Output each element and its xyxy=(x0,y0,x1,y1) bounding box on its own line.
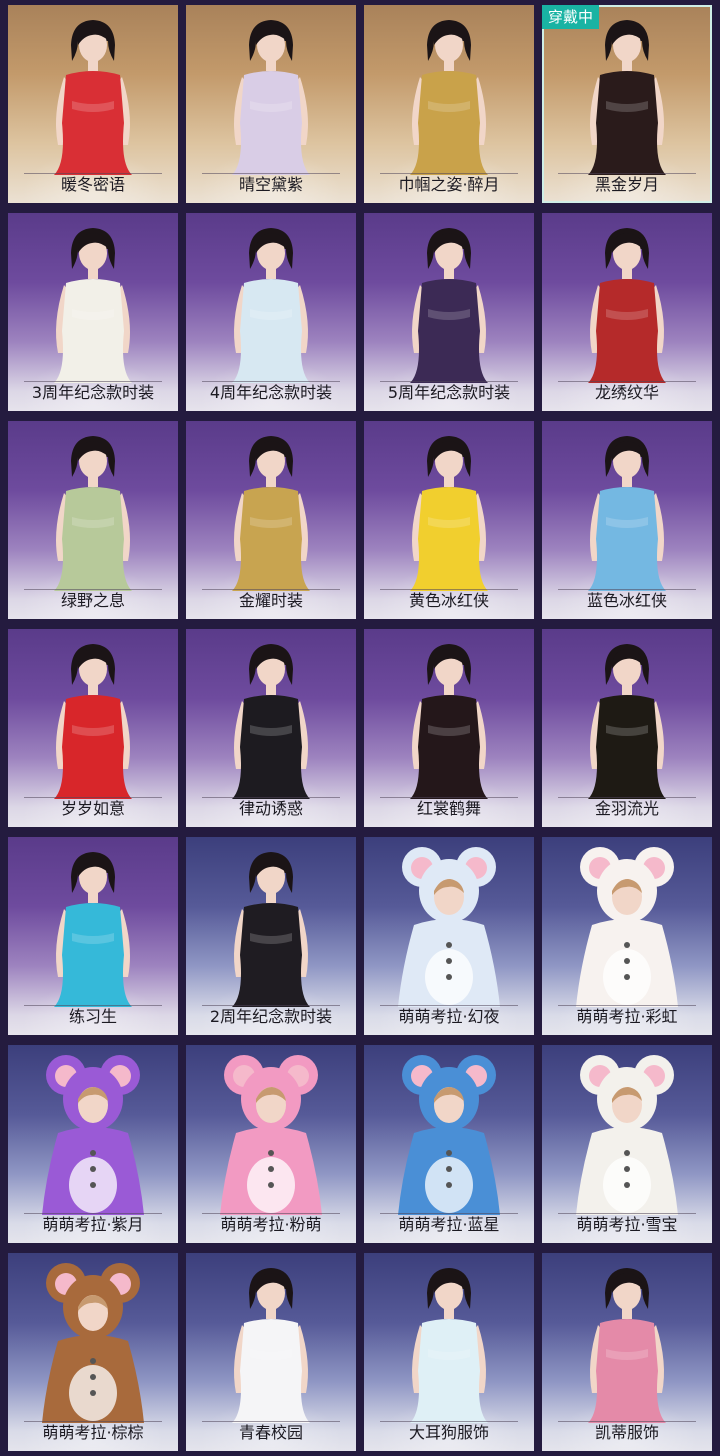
outfit-card[interactable]: 3周年纪念款时装 xyxy=(8,213,178,411)
outfit-card[interactable]: 萌萌考拉·紫月 xyxy=(8,1045,178,1243)
outfit-card[interactable]: 萌萌考拉·雪宝 xyxy=(542,1045,712,1243)
outfit-shape xyxy=(410,71,488,175)
outfit-shape xyxy=(410,1319,488,1423)
outfit-grid: 暖冬密语 晴空黛紫 巾帼之姿·醉月 黑金岁月 穿戴中 3周年纪念款时装 4周年纪念款时装 5周… xyxy=(0,0,720,1456)
outfit-card[interactable]: 5周年纪念款时装 xyxy=(364,213,534,411)
outfit-name: 练习生 xyxy=(68,1007,117,1026)
outfit-card[interactable]: 红裳鹤舞 xyxy=(364,629,534,827)
outfit-card[interactable]: 岁岁如意 xyxy=(8,629,178,827)
outfit-name: 萌萌考拉·棕棕 xyxy=(42,1423,144,1442)
outfit-shape xyxy=(232,695,310,799)
outfit-shape xyxy=(232,1319,310,1423)
outfit-shape xyxy=(410,487,488,591)
outfit-name: 龙绣纹华 xyxy=(594,383,659,402)
outfit-shape xyxy=(588,1319,666,1423)
outfit-name: 大耳狗服饰 xyxy=(408,1423,489,1442)
outfit-name: 青春校园 xyxy=(238,1423,303,1442)
outfit-shape xyxy=(54,903,132,1007)
outfit-name: 萌萌考拉·雪宝 xyxy=(576,1215,678,1234)
outfit-shape xyxy=(232,71,310,175)
outfit-card[interactable]: 青春校园 xyxy=(186,1253,356,1451)
outfit-shape xyxy=(54,695,132,799)
outfit-shape xyxy=(54,487,132,591)
outfit-card[interactable]: 黄色冰红侠 xyxy=(364,421,534,619)
outfit-card[interactable]: 黑金岁月 穿戴中 xyxy=(542,5,712,203)
outfit-name: 岁岁如意 xyxy=(60,799,125,818)
outfit-shape xyxy=(54,71,132,175)
outfit-card[interactable]: 金耀时装 xyxy=(186,421,356,619)
outfit-name: 绿野之息 xyxy=(60,591,125,610)
outfit-name: 萌萌考拉·彩虹 xyxy=(576,1007,678,1026)
outfit-card[interactable]: 萌萌考拉·棕棕 xyxy=(8,1253,178,1451)
outfit-name: 萌萌考拉·紫月 xyxy=(42,1215,144,1234)
outfit-name: 5周年纪念款时装 xyxy=(387,383,511,402)
outfit-shape xyxy=(410,695,488,799)
outfit-shape xyxy=(410,279,488,383)
outfit-card[interactable]: 4周年纪念款时装 xyxy=(186,213,356,411)
outfit-card[interactable]: 律动诱惑 xyxy=(186,629,356,827)
outfit-shape xyxy=(232,487,310,591)
outfit-card[interactable]: 萌萌考拉·粉萌 xyxy=(186,1045,356,1243)
outfit-card[interactable]: 大耳狗服饰 xyxy=(364,1253,534,1451)
outfit-card[interactable]: 萌萌考拉·彩虹 xyxy=(542,837,712,1035)
outfit-name: 黑金岁月 xyxy=(594,175,659,194)
equipped-badge: 穿戴中 xyxy=(542,5,600,29)
outfit-name: 红裳鹤舞 xyxy=(416,799,481,818)
outfit-card[interactable]: 绿野之息 xyxy=(8,421,178,619)
outfit-name: 金羽流光 xyxy=(594,799,659,818)
outfit-name: 凯蒂服饰 xyxy=(594,1423,659,1442)
outfit-name: 萌萌考拉·蓝星 xyxy=(398,1215,500,1234)
outfit-name: 2周年纪念款时装 xyxy=(209,1007,333,1026)
outfit-name: 黄色冰红侠 xyxy=(408,591,489,610)
outfit-shape xyxy=(588,279,666,383)
outfit-name: 3周年纪念款时装 xyxy=(31,383,155,402)
outfit-card[interactable]: 萌萌考拉·幻夜 xyxy=(364,837,534,1035)
outfit-name: 蓝色冰红侠 xyxy=(586,591,667,610)
outfit-card[interactable]: 巾帼之姿·醉月 xyxy=(364,5,534,203)
outfit-name: 萌萌考拉·粉萌 xyxy=(220,1215,322,1234)
outfit-name: 律动诱惑 xyxy=(238,799,303,818)
outfit-name: 巾帼之姿·醉月 xyxy=(398,175,500,194)
outfit-card[interactable]: 蓝色冰红侠 xyxy=(542,421,712,619)
outfit-card[interactable]: 2周年纪念款时装 xyxy=(186,837,356,1035)
outfit-card[interactable]: 暖冬密语 xyxy=(8,5,178,203)
outfit-card[interactable]: 金羽流光 xyxy=(542,629,712,827)
outfit-card[interactable]: 萌萌考拉·蓝星 xyxy=(364,1045,534,1243)
outfit-name: 4周年纪念款时装 xyxy=(209,383,333,402)
outfit-name: 金耀时装 xyxy=(238,591,303,610)
outfit-card[interactable]: 练习生 xyxy=(8,837,178,1035)
outfit-card[interactable]: 晴空黛紫 xyxy=(186,5,356,203)
outfit-name: 萌萌考拉·幻夜 xyxy=(398,1007,500,1026)
outfit-shape xyxy=(588,71,666,175)
outfit-card[interactable]: 凯蒂服饰 xyxy=(542,1253,712,1451)
outfit-shape xyxy=(54,279,132,383)
outfit-card[interactable]: 龙绣纹华 xyxy=(542,213,712,411)
outfit-shape xyxy=(588,487,666,591)
outfit-shape xyxy=(232,279,310,383)
outfit-name: 暖冬密语 xyxy=(60,175,125,194)
outfit-shape xyxy=(232,903,310,1007)
outfit-name: 晴空黛紫 xyxy=(238,175,303,194)
outfit-shape xyxy=(588,695,666,799)
